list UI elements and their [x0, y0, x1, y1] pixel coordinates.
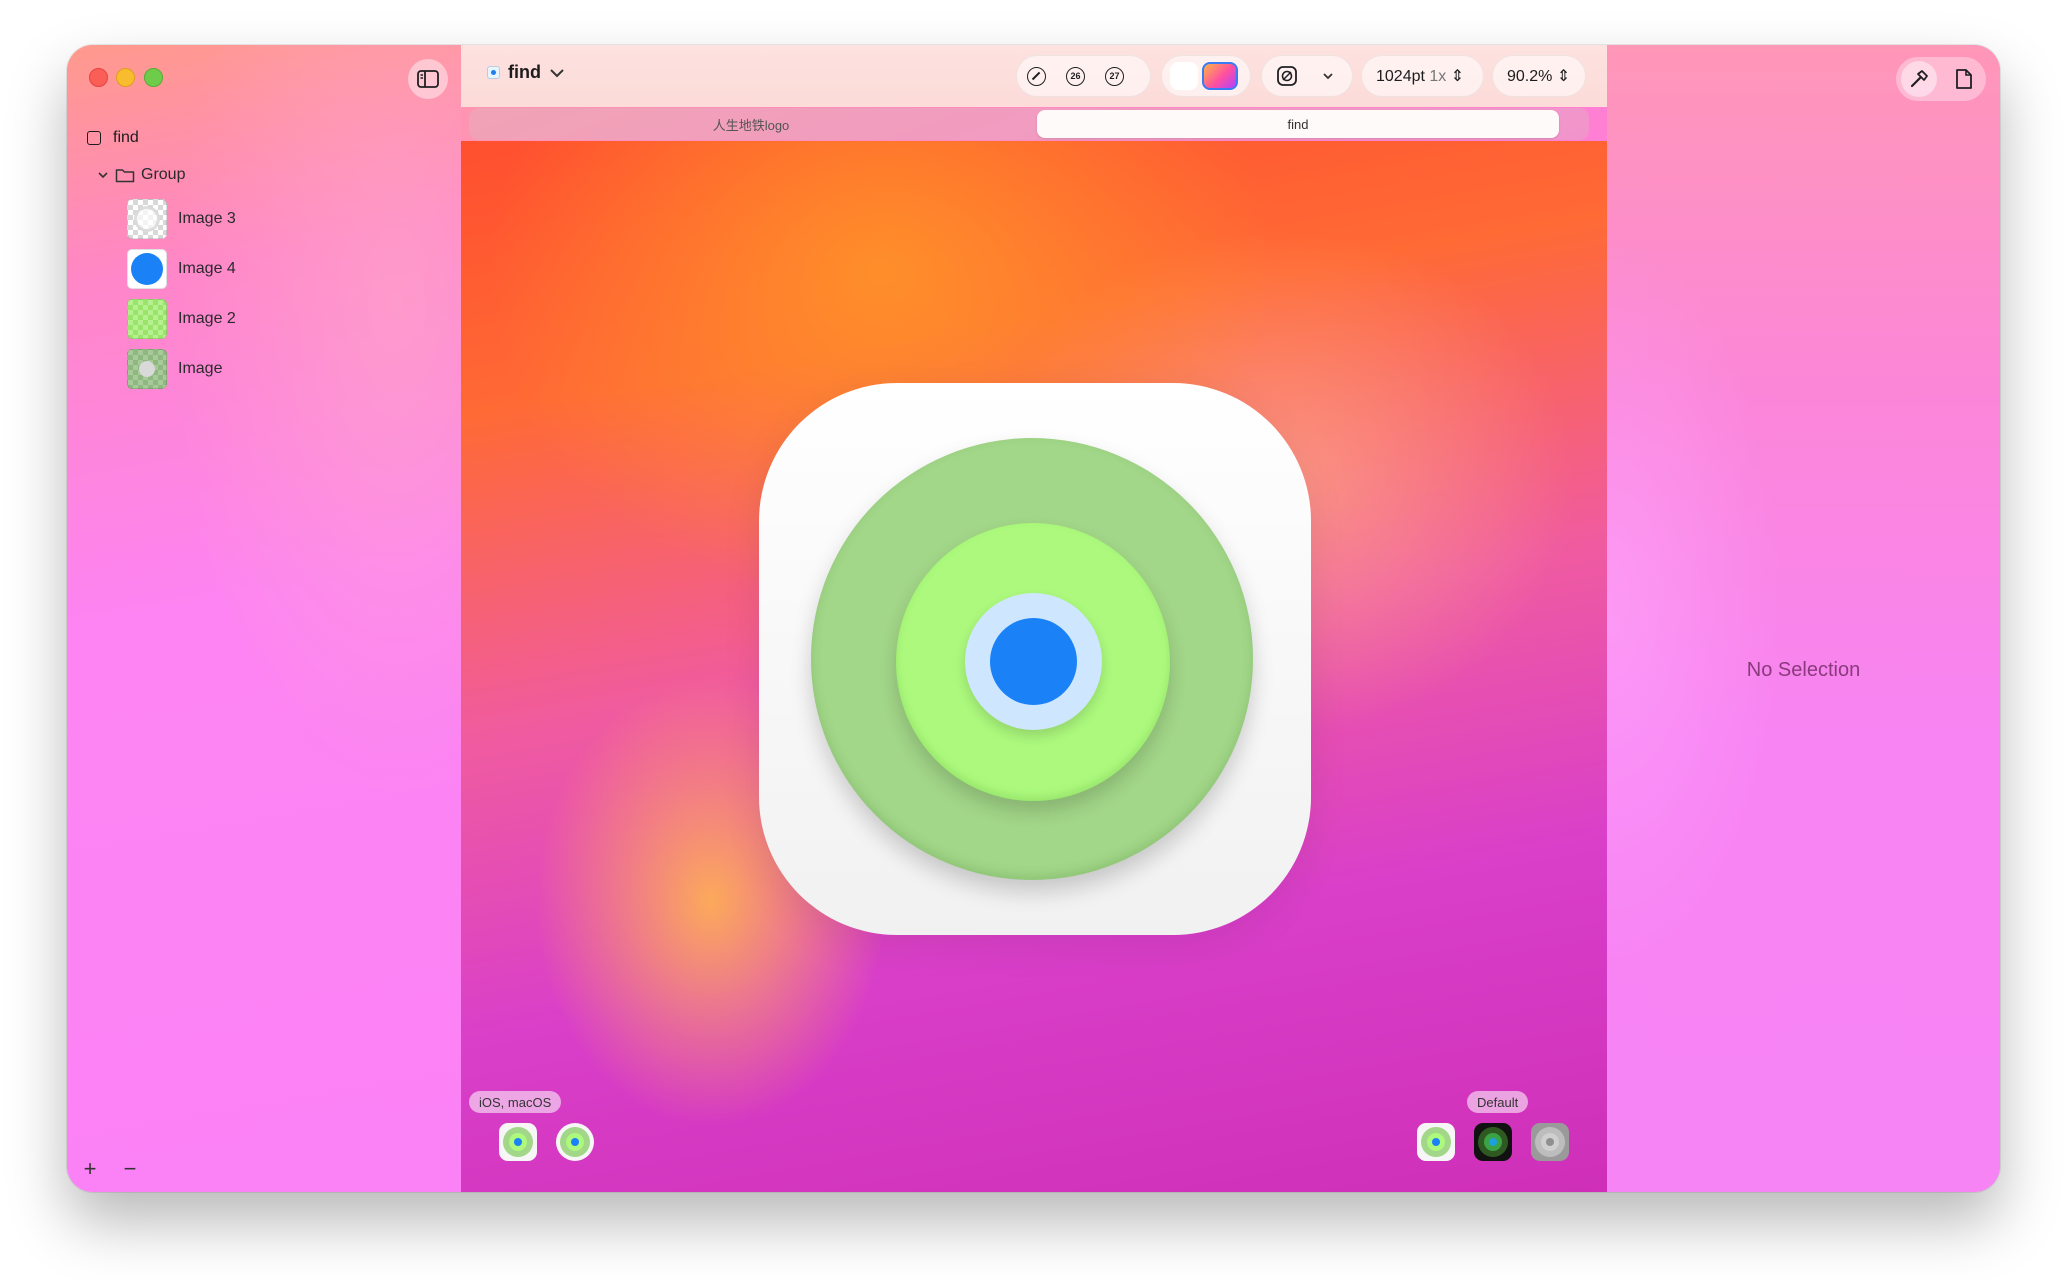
- layers-sidebar: find Group Image 3 Image 4 Image 2 Image…: [67, 45, 461, 1192]
- layer-row-image-3[interactable]: Image 3: [127, 199, 236, 239]
- canvas-size-control[interactable]: 1024pt 1x ⇕: [1361, 55, 1484, 97]
- stepper-icon: ⇕: [1556, 68, 1571, 85]
- tab-find[interactable]: find: [1037, 110, 1559, 138]
- layer-label: Group: [141, 166, 186, 183]
- inspector-panel: No Selection: [1607, 45, 2000, 1192]
- app-icon-preview[interactable]: [759, 383, 1311, 935]
- render-mode-group: 26 27: [1016, 55, 1151, 97]
- layer-row-group[interactable]: Group: [97, 166, 185, 184]
- layer-thumbnail: [127, 249, 167, 289]
- hammer-tab[interactable]: [1900, 61, 1937, 97]
- document-icon: [1955, 69, 1972, 89]
- zoom-value: 90.2%: [1507, 68, 1553, 85]
- scale-value: 1x: [1429, 68, 1447, 85]
- appearance-icon[interactable]: [1276, 65, 1298, 87]
- layer-label: find: [113, 129, 139, 146]
- document-name: find: [508, 62, 541, 82]
- slash-circle-icon[interactable]: [1027, 66, 1046, 86]
- layer-thumbnail: [127, 299, 167, 339]
- layer-row-find[interactable]: find: [87, 129, 139, 147]
- layer-label: Image 3: [178, 210, 236, 227]
- layer-thumbnail: [127, 349, 167, 389]
- center-dot: [990, 618, 1077, 705]
- tab-bar: 人生地铁logo find: [469, 108, 1589, 140]
- sidebar-toggle-button[interactable]: [408, 59, 448, 99]
- layer-label: Image 4: [178, 260, 236, 277]
- remove-layer-button[interactable]: −: [119, 1156, 141, 1182]
- background-swatches: [1161, 55, 1251, 97]
- layer-row-image-4[interactable]: Image 4: [127, 249, 236, 289]
- stepper-icon: ⇕: [1450, 68, 1465, 85]
- maximize-window-button[interactable]: [144, 68, 163, 87]
- sidebar-toggle-icon: [417, 70, 439, 88]
- toolbar: find 26 27 1024pt 1x ⇕ 90.2% ⇕: [461, 45, 1607, 107]
- chevron-down-icon[interactable]: [1322, 71, 1334, 81]
- inspector-tabs: [1896, 57, 1986, 101]
- ios-icon-variant[interactable]: [499, 1123, 537, 1161]
- chevron-down-icon[interactable]: [97, 169, 109, 181]
- add-layer-button[interactable]: +: [79, 1156, 101, 1182]
- chevron-down-icon: [550, 68, 564, 77]
- version-26-button[interactable]: 26: [1066, 66, 1085, 86]
- app-icon-thumbnail: [487, 66, 500, 79]
- tinted-appearance-variant[interactable]: [1531, 1123, 1569, 1161]
- close-window-button[interactable]: [89, 68, 108, 87]
- macos-icon-variant[interactable]: [556, 1123, 594, 1161]
- hammer-icon: [1910, 70, 1928, 88]
- version-27-button[interactable]: 27: [1105, 66, 1124, 86]
- layer-label: Image: [178, 360, 223, 377]
- editor-area: find 26 27 1024pt 1x ⇕ 90.2% ⇕ 人生地铁logo …: [461, 45, 1667, 1192]
- folder-icon: [115, 169, 135, 183]
- dark-appearance-variant[interactable]: [1474, 1123, 1512, 1161]
- canvas[interactable]: [461, 141, 1607, 1192]
- tab-renshengditie-logo[interactable]: 人生地铁logo: [469, 110, 1033, 138]
- canvas-size-value: 1024pt: [1376, 68, 1425, 85]
- white-background-swatch[interactable]: [1170, 62, 1198, 90]
- default-appearance-variant[interactable]: [1417, 1123, 1455, 1161]
- document-tab[interactable]: [1946, 61, 1982, 97]
- sidebar-footer: + −: [79, 1156, 141, 1182]
- gradient-background-swatch[interactable]: [1202, 62, 1238, 90]
- layer-row-image-2[interactable]: Image 2: [127, 299, 236, 339]
- layer-label: Image 2: [178, 310, 236, 327]
- appearance-group: [1261, 55, 1353, 97]
- no-selection-label: No Selection: [1746, 659, 1861, 681]
- layer-thumbnail: [127, 199, 167, 239]
- square-icon: [87, 131, 101, 145]
- layer-row-image[interactable]: Image: [127, 349, 222, 389]
- platform-label: iOS, macOS: [469, 1091, 562, 1113]
- appearance-label: Default: [1467, 1091, 1529, 1113]
- minimize-window-button[interactable]: [116, 68, 135, 87]
- zoom-control[interactable]: 90.2% ⇕: [1492, 55, 1586, 97]
- app-window: find Group Image 3 Image 4 Image 2 Image…: [67, 45, 2000, 1192]
- document-menu[interactable]: find: [487, 62, 565, 83]
